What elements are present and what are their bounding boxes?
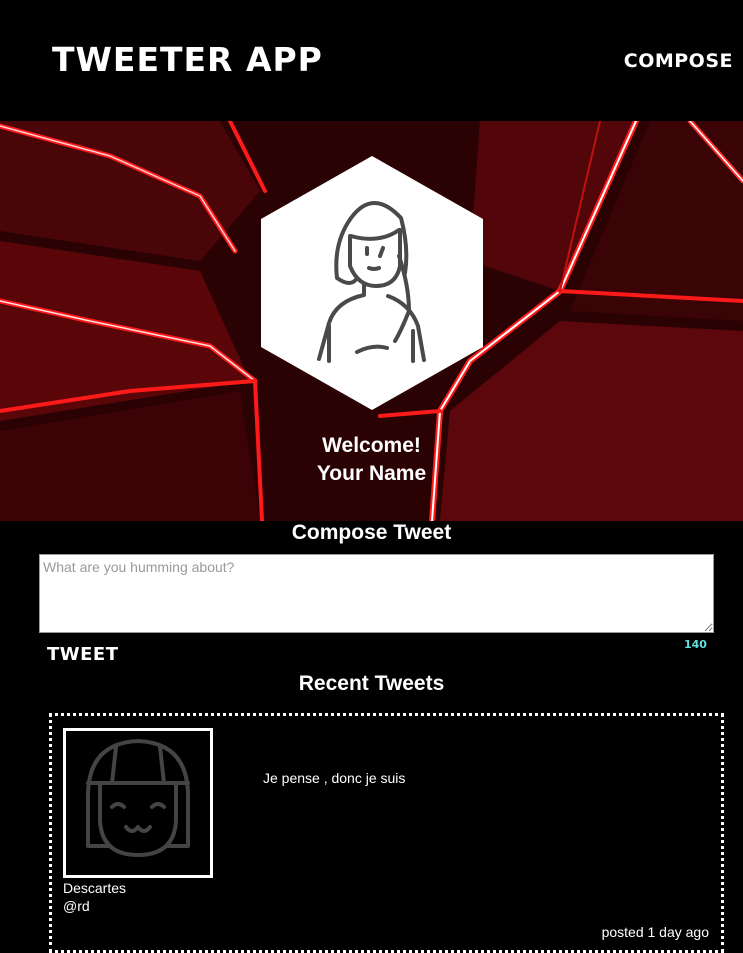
welcome-message: Welcome! Your Name xyxy=(0,432,743,488)
compose-title: Compose Tweet xyxy=(291,521,452,544)
welcome-text: Welcome! xyxy=(322,434,421,457)
tweet-author-handle: @rd xyxy=(63,898,90,914)
character-counter: 140 xyxy=(684,638,707,651)
compose-nav-button[interactable]: Compose xyxy=(624,50,733,72)
brand-logo[interactable]: Tweeter App xyxy=(52,40,323,79)
profile-name: Your Name xyxy=(316,462,427,485)
top-navbar: Tweeter App Compose xyxy=(0,0,743,121)
tweet-avatar xyxy=(63,728,213,878)
profile-avatar xyxy=(261,156,483,410)
tweet-author-name: Descartes xyxy=(63,880,127,896)
tweet-card: Je pense , donc je suis Descartes @rd po… xyxy=(49,713,724,953)
girl-avatar-icon xyxy=(85,739,191,857)
tweet-submit-button[interactable]: Tweet xyxy=(47,644,119,665)
tweet-input[interactable] xyxy=(39,554,714,633)
tweet-timestamp: posted 1 day ago xyxy=(601,924,709,940)
recent-tweets-title: Recent Tweets xyxy=(298,672,445,695)
tweet-content: Je pense , donc je suis xyxy=(263,770,406,786)
